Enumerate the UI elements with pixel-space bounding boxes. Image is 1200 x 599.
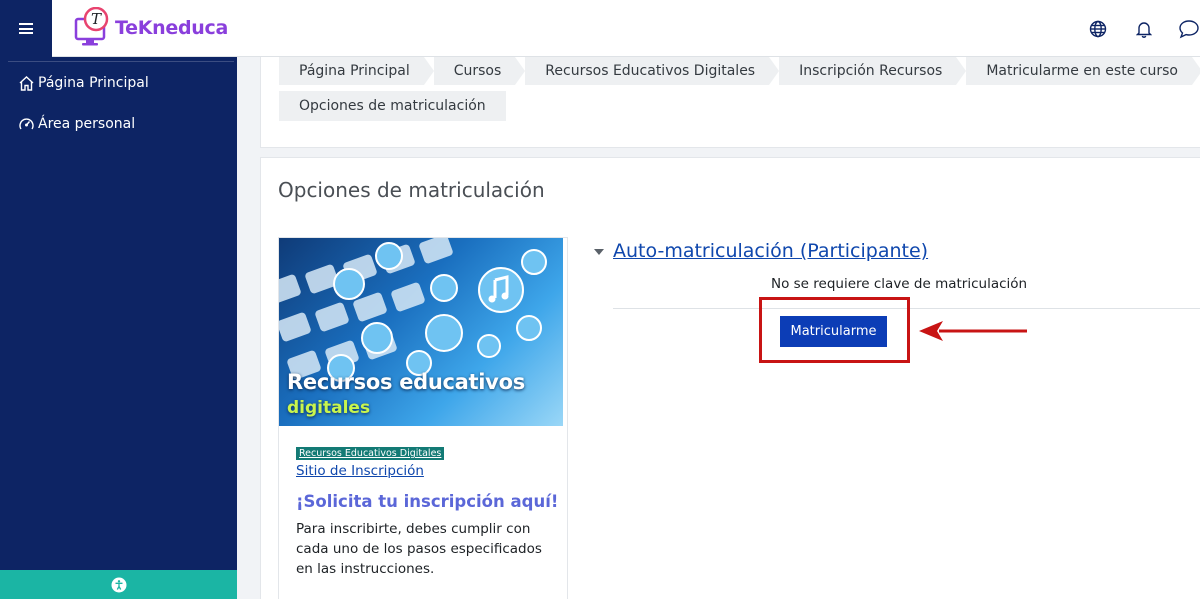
language-globe-icon[interactable] (1086, 17, 1110, 41)
enrolment-method-title[interactable]: Auto-matriculación (Participante) (613, 240, 928, 262)
course-cta-heading: ¡Solicita tu inscripción aquí! (296, 492, 559, 511)
course-summary-card: Recursos educativos digitales Recursos E… (278, 237, 568, 599)
category-badge[interactable]: Recursos Educativos Digitales (296, 447, 445, 460)
course-image-subtitle: digitales (287, 398, 371, 418)
breadcrumb-item[interactable]: Cursos (433, 57, 525, 85)
sidebar: Página Principal Área personal (0, 57, 237, 599)
course-description: Para inscribirte, debes cumplir con cada… (296, 521, 542, 577)
messages-chat-icon[interactable] (1178, 17, 1200, 41)
course-link[interactable]: Sitio de Inscripción (296, 463, 424, 479)
breadcrumb-card: Página Principal Cursos Recursos Educati… (260, 57, 1200, 148)
pointer-arrow-icon (919, 321, 1027, 341)
breadcrumb-item[interactable]: Página Principal (279, 57, 434, 85)
course-image-title: Recursos educativos (287, 370, 525, 394)
enrolment-section: Auto-matriculación (Participante) No se … (594, 240, 1200, 363)
breadcrumb-item[interactable]: Inscripción Recursos (779, 57, 967, 85)
site-logo[interactable]: T TeKneduca (74, 3, 228, 53)
breadcrumb-item[interactable]: Matricularme en este curso (966, 57, 1200, 85)
accessibility-button[interactable] (0, 570, 237, 599)
main-content: Opciones de matriculación Recursos educa… (260, 157, 1200, 599)
logo-text: TeKneduca (115, 17, 228, 39)
hamburger-icon (19, 23, 33, 34)
breadcrumb: Página Principal Cursos Recursos Educati… (279, 57, 1200, 85)
top-navbar: T TeKneduca (0, 0, 1200, 57)
no-key-notice: No se requiere clave de matriculación (771, 276, 1028, 292)
page-title: Opciones de matriculación (278, 178, 545, 202)
breadcrumb-item[interactable]: Recursos Educativos Digitales (525, 57, 779, 85)
enrol-me-button[interactable]: Matricularme (780, 316, 887, 347)
home-icon (19, 75, 34, 91)
dashboard-gauge-icon (19, 117, 34, 129)
breadcrumb-current: Opciones de matriculación (279, 91, 506, 121)
sidebar-item-home[interactable]: Página Principal (18, 71, 149, 95)
sidebar-divider (8, 61, 234, 62)
logo-monitor-icon: T (74, 6, 110, 49)
accessibility-icon (111, 577, 126, 592)
collapse-caret-icon[interactable] (594, 249, 604, 255)
menu-toggle-button[interactable] (0, 0, 52, 57)
notifications-bell-icon[interactable] (1132, 17, 1156, 41)
svg-text:T: T (91, 10, 102, 28)
sidebar-item-label: Página Principal (38, 75, 149, 91)
sidebar-item-label: Área personal (38, 116, 136, 132)
sidebar-item-dashboard[interactable]: Área personal (18, 112, 135, 136)
course-image: Recursos educativos digitales (279, 238, 563, 426)
